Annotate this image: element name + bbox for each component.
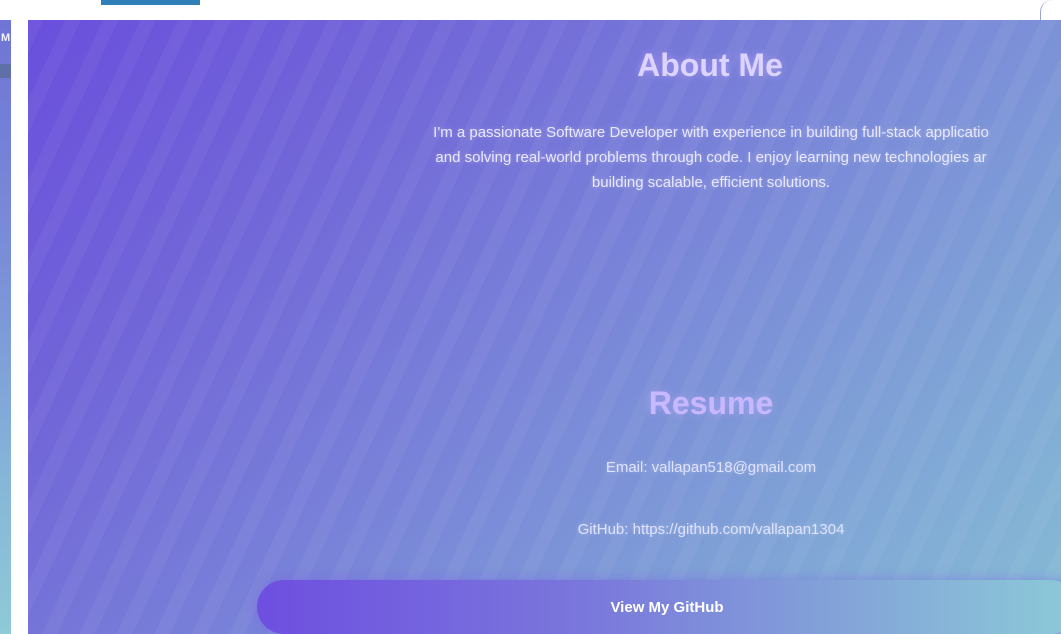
about-description: I'm a passionate Software Developer with…	[311, 120, 1061, 195]
left-background-strip: M	[0, 20, 11, 634]
view-github-button[interactable]: View My GitHub	[257, 580, 1061, 634]
about-line: building scalable, efficient solutions.	[591, 174, 831, 191]
top-right-corner	[1040, 0, 1061, 22]
github-text: GitHub: https://github.com/vallapan1304	[577, 521, 845, 538]
about-line: I'm a passionate Software Developer with…	[433, 124, 989, 141]
left-strip-bar	[0, 64, 11, 78]
resume-title: Resume	[648, 385, 774, 421]
about-title: About Me	[637, 47, 783, 83]
about-line: and solving real-world problems through …	[435, 149, 987, 166]
main-content: About Me I'm a passionate Software Devel…	[28, 20, 1061, 634]
left-strip-label: M	[1, 32, 11, 44]
top-tab-indicator[interactable]	[101, 0, 200, 5]
email-text: Email: vallapan518@gmail.com	[605, 459, 817, 476]
